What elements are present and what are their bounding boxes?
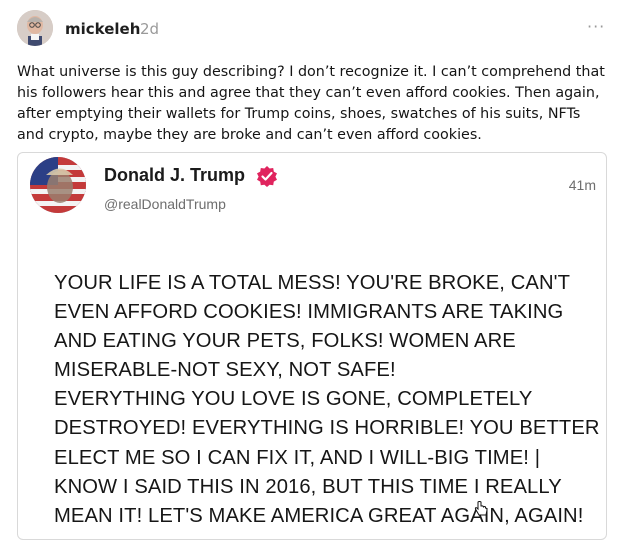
embedded-post-image[interactable]: Donald J. Trump @realDonaldTrump 41m YOU… (17, 152, 607, 540)
embedded-line: EVEN AFFORD COOKIES! IMMIGRANTS ARE TAKI… (54, 301, 564, 324)
embedded-line: MISERABLE-NOT SEXY, NOT SAFE! (54, 359, 396, 382)
embedded-line: KNOW I SAID THIS IN 2016, BUT THIS TIME … (54, 475, 562, 498)
embedded-line: YOUR LIFE IS A TOTAL MESS! YOU'RE BROKE,… (54, 272, 571, 294)
embedded-line: AND EATING YOUR PETS, FOLKS! WOMEN ARE (54, 330, 516, 353)
embedded-avatar (30, 157, 86, 213)
embedded-timestamp: 41m (568, 177, 596, 193)
verified-badge-icon (257, 166, 277, 187)
post-text: What universe is this guy describing? I … (17, 64, 605, 143)
post-header: mickeleh 2d ··· (17, 10, 607, 48)
hand-cursor-icon (474, 501, 488, 516)
embedded-handle: @realDonaldTrump (104, 196, 226, 212)
embedded-line: EVERYTHING YOU LOVE IS GONE, COMPLETELY (54, 388, 533, 411)
embedded-post-text: YOUR LIFE IS A TOTAL MESS! YOU'RE BROKE,… (54, 269, 599, 531)
embedded-line: ELECT ME SO I CAN FIX IT, AND I WILL-BIG… (54, 446, 541, 469)
embedded-line: MEAN IT! LET'S MAKE AMERICA GREAT AGAIN,… (54, 504, 584, 527)
avatar[interactable] (17, 10, 53, 46)
post-timestamp: 2d (140, 20, 160, 38)
username[interactable]: mickeleh (65, 20, 140, 38)
embedded-display-name: Donald J. Trump (104, 165, 246, 185)
more-horizontal-icon[interactable]: ··· (587, 18, 605, 36)
embedded-line: DESTROYED! EVERYTHING IS HORRIBLE! YOU B… (54, 417, 600, 440)
